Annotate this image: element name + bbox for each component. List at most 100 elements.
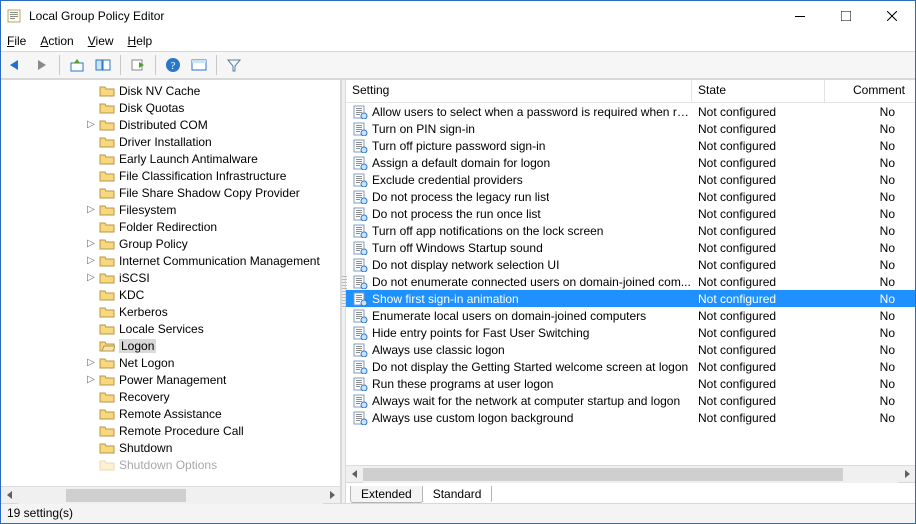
minimize-button[interactable] xyxy=(777,1,823,31)
list-row[interactable]: Run these programs at user logonNot conf… xyxy=(346,375,915,392)
tree-item[interactable]: ▷Internet Communication Management xyxy=(1,252,340,269)
expand-icon[interactable]: ▷ xyxy=(85,255,97,266)
close-button[interactable] xyxy=(869,1,915,31)
tree-item[interactable]: Disk Quotas xyxy=(1,99,340,116)
tree-item[interactable]: Locale Services xyxy=(1,320,340,337)
list-row[interactable]: Assign a default domain for logonNot con… xyxy=(346,154,915,171)
properties-button[interactable] xyxy=(188,54,210,76)
menu-view[interactable]: View xyxy=(88,34,114,48)
up-button[interactable] xyxy=(66,54,88,76)
tree-item[interactable]: Kerberos xyxy=(1,303,340,320)
setting-text: Always use classic logon xyxy=(372,343,505,357)
tree-item[interactable]: ▷Group Policy xyxy=(1,235,340,252)
filter-button[interactable] xyxy=(223,54,245,76)
comment-text: No xyxy=(825,326,915,340)
list-row[interactable]: Turn off app notifications on the lock s… xyxy=(346,222,915,239)
tree-item-label: iSCSI xyxy=(119,271,150,285)
comment-text: No xyxy=(825,241,915,255)
state-text: Not configured xyxy=(692,224,825,238)
list-row[interactable]: Do not process the legacy run listNot co… xyxy=(346,188,915,205)
tree-item[interactable]: Remote Assistance xyxy=(1,405,340,422)
tree-item[interactable]: Early Launch Antimalware xyxy=(1,150,340,167)
list-row[interactable]: Hide entry points for Fast User Switchin… xyxy=(346,324,915,341)
expand-icon[interactable]: ▷ xyxy=(85,272,97,283)
tree-item[interactable]: Shutdown xyxy=(1,439,340,456)
tree-item-label: Power Management xyxy=(119,373,226,387)
list-row[interactable]: Turn off picture password sign-inNot con… xyxy=(346,137,915,154)
setting-text: Do not enumerate connected users on doma… xyxy=(372,275,691,289)
tree-item[interactable]: Logon xyxy=(1,337,340,354)
state-text: Not configured xyxy=(692,309,825,323)
list-row[interactable]: Enumerate local users on domain-joined c… xyxy=(346,307,915,324)
menu-help[interactable]: Help xyxy=(128,34,153,48)
list-pane: Setting State Comment Allow users to sel… xyxy=(346,80,915,503)
list-hscroll-thumb[interactable] xyxy=(363,468,843,481)
list-row[interactable]: Do not process the run once listNot conf… xyxy=(346,205,915,222)
expand-icon[interactable]: ▷ xyxy=(85,357,97,368)
export-button[interactable] xyxy=(127,54,149,76)
policy-icon xyxy=(352,241,368,255)
list-row[interactable]: Do not enumerate connected users on doma… xyxy=(346,273,915,290)
list-row[interactable]: Always use custom logon backgroundNot co… xyxy=(346,409,915,426)
tree-item[interactable]: Recovery xyxy=(1,388,340,405)
tree-item[interactable]: Folder Redirection xyxy=(1,218,340,235)
state-text: Not configured xyxy=(692,173,825,187)
col-comment[interactable]: Comment xyxy=(825,80,915,102)
list-row[interactable]: Always wait for the network at computer … xyxy=(346,392,915,409)
tree[interactable]: Disk NV CacheDisk Quotas▷Distributed COM… xyxy=(1,80,340,486)
titlebar[interactable]: Local Group Policy Editor xyxy=(1,1,915,31)
tab-standard[interactable]: Standard xyxy=(422,486,493,503)
folder-icon xyxy=(99,220,115,234)
tree-item[interactable]: ▷ Filesystem xyxy=(1,201,340,218)
tree-item-label: Filesystem xyxy=(119,203,176,217)
scroll-right-icon[interactable] xyxy=(898,466,915,483)
expand-icon[interactable]: ▷ xyxy=(85,238,97,249)
maximize-button[interactable] xyxy=(823,1,869,31)
list-row[interactable]: Exclude credential providersNot configur… xyxy=(346,171,915,188)
expand-icon[interactable]: ▷ xyxy=(85,119,97,130)
menu-file[interactable]: File xyxy=(7,34,26,48)
tree-item[interactable]: ▷Net Logon xyxy=(1,354,340,371)
policy-icon xyxy=(352,258,368,272)
expand-icon[interactable]: ▷ xyxy=(85,374,97,385)
tree-hscroll-thumb[interactable] xyxy=(66,489,186,502)
tree-item[interactable]: ▷Distributed COM xyxy=(1,116,340,133)
tree-item[interactable]: Disk NV Cache xyxy=(1,82,340,99)
list-row[interactable]: Do not display network selection UINot c… xyxy=(346,256,915,273)
tree-item[interactable]: Remote Procedure Call xyxy=(1,422,340,439)
list-row[interactable]: Do not display the Getting Started welco… xyxy=(346,358,915,375)
menu-action[interactable]: Action xyxy=(40,34,73,48)
folder-icon xyxy=(99,424,115,438)
list-row[interactable]: Always use classic logonNot configuredNo xyxy=(346,341,915,358)
tab-extended[interactable]: Extended xyxy=(350,486,423,503)
col-setting[interactable]: Setting xyxy=(346,80,692,102)
list-row[interactable]: Show first sign-in animationNot configur… xyxy=(346,290,915,307)
tree-item[interactable]: Driver Installation xyxy=(1,133,340,150)
list-row[interactable]: Turn off Windows Startup soundNot config… xyxy=(346,239,915,256)
tree-item[interactable]: ▷ iSCSI xyxy=(1,269,340,286)
forward-button[interactable] xyxy=(31,54,53,76)
list-row[interactable]: Turn on PIN sign-inNot configuredNo xyxy=(346,120,915,137)
tree-item[interactable]: KDC xyxy=(1,286,340,303)
back-button[interactable] xyxy=(5,54,27,76)
comment-text: No xyxy=(825,275,915,289)
tree-item[interactable]: ▷ Power Management xyxy=(1,371,340,388)
tree-hscroll[interactable] xyxy=(1,486,340,503)
expand-icon[interactable]: ▷ xyxy=(85,204,97,215)
tree-item[interactable]: Shutdown Options xyxy=(1,456,340,473)
tree-item-label: Locale Services xyxy=(119,322,204,336)
scroll-right-icon[interactable] xyxy=(323,487,340,504)
comment-text: No xyxy=(825,224,915,238)
scroll-left-icon[interactable] xyxy=(346,466,363,483)
folder-icon xyxy=(99,390,115,404)
scroll-left-icon[interactable] xyxy=(1,487,18,504)
list-hscroll[interactable] xyxy=(346,465,915,482)
tree-item[interactable]: File Classification Infrastructure xyxy=(1,167,340,184)
help-button[interactable]: ? xyxy=(162,54,184,76)
list-row[interactable]: Allow users to select when a password is… xyxy=(346,103,915,120)
setting-text: Enumerate local users on domain-joined c… xyxy=(372,309,646,323)
col-state[interactable]: State xyxy=(692,80,825,102)
tree-item[interactable]: File Share Shadow Copy Provider xyxy=(1,184,340,201)
list[interactable]: Allow users to select when a password is… xyxy=(346,103,915,465)
show-hide-tree-button[interactable] xyxy=(92,54,114,76)
